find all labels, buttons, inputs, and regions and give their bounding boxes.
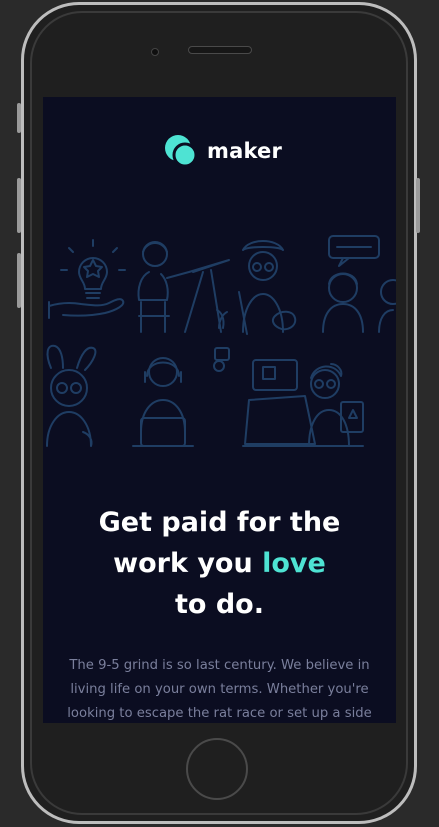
brand-logo[interactable]: maker bbox=[164, 134, 282, 168]
side-button-power bbox=[416, 178, 420, 233]
headline-line-3: to do. bbox=[175, 589, 264, 620]
illustrator-at-monitor-icon bbox=[242, 359, 364, 447]
bunny-ears-kid-icon bbox=[46, 344, 97, 447]
speech-bubble-icon bbox=[322, 235, 380, 333]
hero-headline: Get paid for the work you love to do. bbox=[43, 502, 396, 625]
artist-icon bbox=[238, 240, 297, 335]
side-button-volume-down bbox=[17, 253, 21, 308]
headline-accent-word: love bbox=[262, 548, 326, 579]
home-button[interactable] bbox=[186, 738, 248, 800]
front-camera bbox=[151, 48, 159, 56]
headline-line-1: Get paid for the bbox=[98, 507, 341, 538]
woman-partial-icon bbox=[378, 279, 396, 333]
side-button-mute bbox=[17, 103, 21, 133]
hero-description: The 9-5 grind is so last century. We bel… bbox=[67, 658, 372, 721]
headphones-worker-icon bbox=[132, 347, 230, 447]
lightbulb-icon bbox=[48, 239, 126, 319]
speaker-grille bbox=[188, 46, 252, 54]
maker-logo-icon bbox=[165, 135, 198, 168]
side-button-volume-up bbox=[17, 178, 21, 233]
designer-at-desk-icon bbox=[137, 241, 230, 333]
app-screen: maker Get paid for the work you love to … bbox=[43, 97, 396, 723]
headline-line-2: work you bbox=[113, 548, 253, 579]
brand-name: maker bbox=[207, 139, 283, 163]
freelancers-illustration bbox=[46, 235, 396, 447]
